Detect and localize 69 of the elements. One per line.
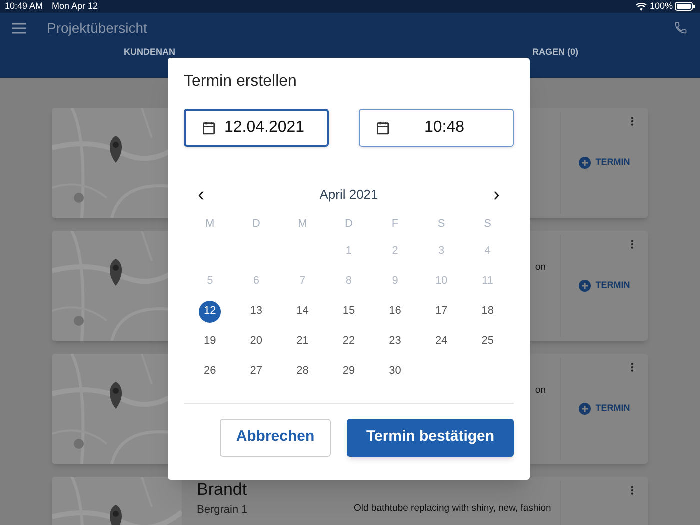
calendar-day: 2 [384, 240, 406, 262]
calendar-icon [375, 120, 391, 136]
tab[interactable]: RAGEN (0) [532, 46, 579, 58]
time-field[interactable]: 10:48 [359, 109, 514, 147]
status-date: Mon Apr 12 [52, 0, 98, 13]
calendar-day[interactable]: 17 [430, 300, 453, 322]
weekday-label: S [438, 217, 446, 232]
calendar-day[interactable]: 19 [199, 330, 222, 352]
battery-icon [675, 2, 695, 11]
calendar-day[interactable]: 30 [384, 360, 406, 382]
customer-name: Brandt [197, 480, 248, 500]
calendar-day[interactable]: 15 [338, 300, 360, 322]
clock-time: 10:49 AM [5, 0, 44, 13]
calendar-day[interactable]: 21 [292, 330, 314, 352]
description-text: on [535, 261, 546, 275]
weekday-label: D [252, 217, 260, 232]
weekday-label: D [345, 217, 353, 232]
calendar-day[interactable]: 29 [338, 360, 360, 382]
calendar-day: 6 [245, 270, 268, 292]
calendar-day[interactable]: 23 [384, 330, 406, 352]
calendar-day: 10 [430, 270, 453, 292]
previous-month-button[interactable]: ‹ [198, 186, 205, 203]
more-icon[interactable] [631, 240, 634, 249]
calendar-day[interactable]: 14 [292, 300, 314, 322]
calendar-day: 9 [384, 270, 406, 292]
weekday-label: M [206, 217, 215, 232]
weekday-label: M [298, 217, 308, 232]
month-label: April 2021 [320, 186, 378, 204]
phone-icon[interactable] [674, 21, 688, 35]
dialog-title: Termin erstellen [184, 72, 298, 92]
more-icon[interactable] [631, 486, 634, 495]
more-icon[interactable] [631, 117, 634, 126]
calendar-day[interactable]: 26 [199, 360, 222, 382]
calendar-day[interactable]: 13 [245, 300, 268, 322]
calendar-day: 5 [199, 270, 222, 292]
calendar-day: 8 [338, 270, 360, 292]
calendar-day[interactable]: 20 [245, 330, 268, 352]
description-text: on [535, 384, 546, 398]
calendar-day[interactable]: 12 [199, 300, 222, 322]
calendar-day[interactable]: 24 [430, 330, 453, 352]
next-month-button[interactable]: › [493, 186, 500, 203]
calendar-day: 1 [338, 240, 360, 262]
address-line: Bergrain 1 [197, 503, 249, 517]
more-icon[interactable] [631, 363, 634, 372]
date-field[interactable]: 12.04.2021 [184, 109, 329, 147]
calendar-day[interactable]: 22 [338, 330, 360, 352]
battery-percent: 100% [650, 0, 673, 13]
calendar-day[interactable]: 18 [476, 300, 499, 322]
calendar-day[interactable]: 25 [476, 330, 499, 352]
cancel-button[interactable]: Abbrechen [220, 418, 331, 456]
plus-icon [578, 157, 591, 169]
calendar-day[interactable]: 28 [292, 360, 314, 382]
plus-icon [578, 403, 591, 415]
description-text: Old bathtube replacing with shiny, new, fashion [354, 502, 552, 516]
calendar-day: 11 [476, 270, 499, 292]
app-title: Projektübersicht [47, 18, 148, 38]
calendar-day: 7 [292, 270, 314, 292]
menu-icon[interactable] [12, 22, 26, 34]
calendar-day[interactable]: 27 [245, 360, 268, 382]
calendar-day[interactable]: 16 [384, 300, 406, 322]
calendar-icon [201, 120, 217, 136]
calendar-day: 3 [430, 240, 453, 262]
calendar-day: 4 [476, 240, 499, 262]
wifi-icon [636, 2, 647, 10]
confirm-button[interactable]: Termin bestätigen [347, 418, 514, 456]
weekday-label: S [484, 217, 492, 232]
plus-icon [578, 280, 591, 292]
weekday-label: F [392, 217, 399, 232]
tab[interactable]: KUNDENAN [124, 46, 176, 58]
